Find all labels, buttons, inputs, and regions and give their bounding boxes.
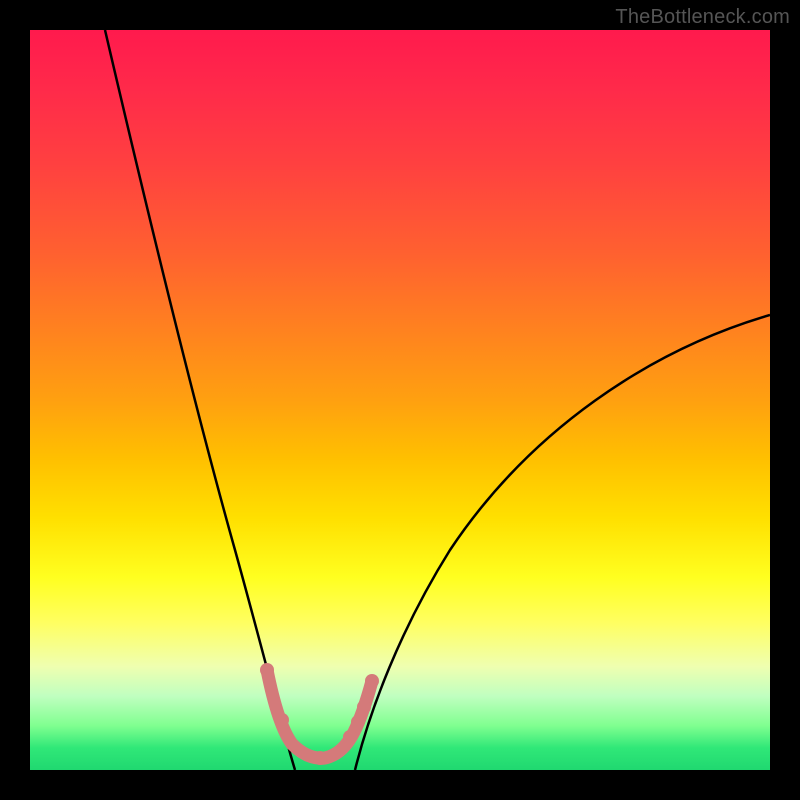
left-curve	[105, 30, 295, 770]
watermark-text: TheBottleneck.com	[615, 6, 790, 29]
valley-dot	[275, 713, 289, 727]
valley-dot	[351, 715, 365, 729]
valley-dot	[343, 730, 357, 744]
chart-frame: TheBottleneck.com	[0, 0, 800, 800]
right-curve	[355, 315, 770, 770]
valley-dot	[365, 674, 379, 688]
valley-dot	[357, 700, 371, 714]
curve-layer	[30, 30, 770, 770]
valley-dot	[260, 663, 274, 677]
valley-dot	[313, 751, 327, 765]
plot-area	[30, 30, 770, 770]
